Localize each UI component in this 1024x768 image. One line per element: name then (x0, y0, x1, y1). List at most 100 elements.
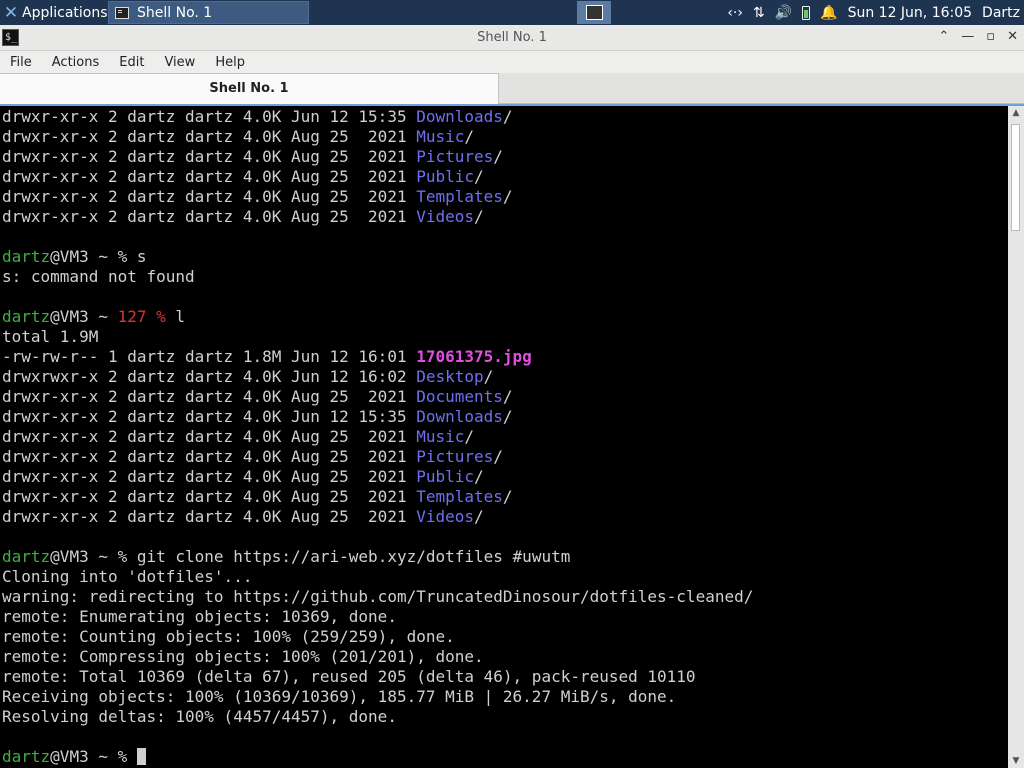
system-tray: ‹·› ⇅ 🔊 🔔 Sun 12 Jun, 16:05 Dartz (727, 0, 1024, 25)
terminal-text: / (464, 427, 475, 446)
terminal-text: @VM3 ~ % s (50, 247, 147, 266)
terminal-text: / (493, 147, 503, 166)
terminal-text: / (474, 207, 484, 226)
terminal-text: dartz (2, 247, 51, 266)
scrollbar-thumb[interactable] (1011, 124, 1020, 231)
terminal-line: drwxrwxr-x 2 dartz dartz 4.0K Jun 12 16:… (2, 367, 753, 387)
xfce-logo-icon: ✕ (3, 2, 19, 23)
terminal-text: / (483, 367, 494, 386)
clock[interactable]: Sun 12 Jun, 16:05 (848, 5, 972, 21)
terminal-text: Documents (416, 387, 503, 406)
terminal-text: Pictures (416, 447, 494, 466)
terminal-output[interactable]: drwxr-xr-x 2 dartz dartz 4.0K Jun 12 15:… (0, 106, 1008, 768)
terminal-text: drwxr-xr-x 2 dartz dartz 4.0K Aug 25 202… (2, 127, 417, 146)
terminal-text: / (493, 447, 503, 466)
applications-label: Applications (22, 4, 108, 21)
terminal-text: dartz (2, 547, 51, 566)
updown-arrows-icon[interactable]: ⇅ (753, 5, 765, 21)
terminal-text: -rw-rw-r-- 1 dartz dartz 1.8M Jun 12 16:… (2, 347, 417, 366)
notification-bell-icon[interactable]: 🔔 (820, 5, 837, 21)
terminal-line: remote: Counting objects: 100% (259/259)… (2, 627, 753, 647)
network-icon[interactable]: ‹·› (727, 5, 743, 21)
terminal-line: remote: Enumerating objects: 10369, done… (2, 607, 753, 627)
terminal-text: Cloning into 'dotfiles'... (2, 567, 253, 586)
terminal-text: drwxr-xr-x 2 dartz dartz 4.0K Aug 25 202… (2, 467, 417, 486)
applications-menu[interactable]: ✕ Applications (0, 0, 108, 25)
menu-actions[interactable]: Actions (42, 55, 110, 70)
scroll-up-icon[interactable]: ▲ (1011, 108, 1021, 118)
terminal-line: -rw-rw-r-- 1 dartz dartz 1.8M Jun 12 16:… (2, 347, 753, 367)
terminal-line: remote: Compressing objects: 100% (201/2… (2, 647, 753, 667)
terminal-line: drwxr-xr-x 2 dartz dartz 4.0K Aug 25 202… (2, 487, 753, 507)
menu-view[interactable]: View (154, 55, 205, 70)
terminal-text: / (502, 387, 513, 406)
battery-icon[interactable] (802, 5, 811, 20)
terminal-line: dartz@VM3 ~ % (2, 747, 753, 767)
terminal-text: 127 % (117, 307, 166, 326)
shade-button-icon[interactable]: ⌃ (938, 29, 949, 44)
terminal-text: drwxr-xr-x 2 dartz dartz 4.0K Aug 25 202… (2, 487, 417, 506)
terminal-line: drwxr-xr-x 2 dartz dartz 4.0K Aug 25 202… (2, 207, 753, 227)
tab-bar: Shell No. 1 (0, 73, 1024, 104)
top-panel: ✕ Applications Shell No. 1 ‹·› ⇅ 🔊 🔔 Sun… (0, 0, 1024, 25)
terminal-text: Pictures (416, 147, 494, 166)
terminal-text: Public (416, 167, 475, 186)
terminal-text: warning: redirecting to https://github.c… (2, 587, 754, 606)
scroll-down-icon[interactable]: ▼ (1011, 756, 1021, 766)
terminal-line: drwxr-xr-x 2 dartz dartz 4.0K Aug 25 202… (2, 467, 753, 487)
terminal-text: drwxr-xr-x 2 dartz dartz 4.0K Aug 25 202… (2, 387, 417, 406)
minimize-button-icon[interactable]: — (961, 29, 974, 44)
terminal-text: Downloads (416, 407, 503, 426)
terminal-line: drwxr-xr-x 2 dartz dartz 4.0K Aug 25 202… (2, 127, 753, 147)
vertical-scrollbar[interactable]: ▲ ▼ (1008, 106, 1024, 768)
terminal-text: drwxr-xr-x 2 dartz dartz 4.0K Aug 25 202… (2, 207, 417, 226)
taskbar-label: Shell No. 1 (137, 4, 213, 21)
terminal-text: Receiving objects: 100% (10369/10369), 1… (2, 687, 677, 706)
volume-icon[interactable]: 🔊 (775, 5, 792, 21)
menu-edit[interactable]: Edit (109, 55, 154, 70)
window-titlebar[interactable]: $_ Shell No. 1 ⌃ — ▫ ✕ (0, 25, 1024, 51)
workspace-switcher[interactable] (577, 1, 611, 24)
tab-shell-1[interactable]: Shell No. 1 (0, 73, 499, 104)
terminal-text: Public (416, 467, 475, 486)
terminal-line: drwxr-xr-x 2 dartz dartz 4.0K Aug 25 202… (2, 147, 753, 167)
terminal-line: s: command not found (2, 267, 753, 287)
user-name[interactable]: Dartz (982, 5, 1020, 21)
maximize-button-icon[interactable]: ▫ (986, 29, 995, 44)
terminal-text: Templates (416, 487, 503, 506)
terminal-text: Downloads (416, 107, 503, 126)
terminal-text: / (474, 167, 484, 186)
terminal-text: Resolving deltas: 100% (4457/4457), done… (2, 707, 397, 726)
terminal-text: Videos (416, 207, 475, 226)
terminal-text: / (502, 407, 513, 426)
terminal-text: / (474, 467, 484, 486)
terminal-text: @VM3 ~ (50, 307, 118, 326)
terminal-line: drwxr-xr-x 2 dartz dartz 4.0K Aug 25 202… (2, 427, 753, 447)
menu-help[interactable]: Help (205, 55, 255, 70)
terminal-line: drwxr-xr-x 2 dartz dartz 4.0K Jun 12 15:… (2, 107, 753, 127)
terminal-line: dartz@VM3 ~ % git clone https://ari-web.… (2, 547, 753, 567)
menu-file[interactable]: File (0, 55, 42, 70)
terminal-line: drwxr-xr-x 2 dartz dartz 4.0K Aug 25 202… (2, 167, 753, 187)
terminal-text: remote: Enumerating objects: 10369, done… (2, 607, 397, 626)
window-title: Shell No. 1 (477, 30, 547, 45)
close-button-icon[interactable]: ✕ (1007, 29, 1018, 44)
terminal-text: Music (416, 127, 465, 146)
terminal-line: dartz@VM3 ~ % s (2, 247, 753, 267)
terminal-text: total 1.9M (2, 327, 99, 346)
terminal-line: Cloning into 'dotfiles'... (2, 567, 753, 587)
workspace-icon (585, 5, 603, 20)
terminal-line: total 1.9M (2, 327, 753, 347)
terminal-text: drwxrwxr-x 2 dartz dartz 4.0K Jun 12 16:… (2, 367, 417, 386)
terminal-line: drwxr-xr-x 2 dartz dartz 4.0K Aug 25 202… (2, 187, 753, 207)
terminal-line: Resolving deltas: 100% (4457/4457), done… (2, 707, 753, 727)
terminal-line: warning: redirecting to https://github.c… (2, 587, 753, 607)
taskbar-button-shell[interactable]: Shell No. 1 (108, 1, 309, 24)
terminal-line: drwxr-xr-x 2 dartz dartz 4.0K Aug 25 202… (2, 447, 753, 467)
terminal-text: dartz (2, 747, 51, 766)
terminal-text: drwxr-xr-x 2 dartz dartz 4.0K Aug 25 202… (2, 427, 417, 446)
terminal-text: / (502, 107, 513, 126)
terminal-text: Desktop (416, 367, 484, 386)
